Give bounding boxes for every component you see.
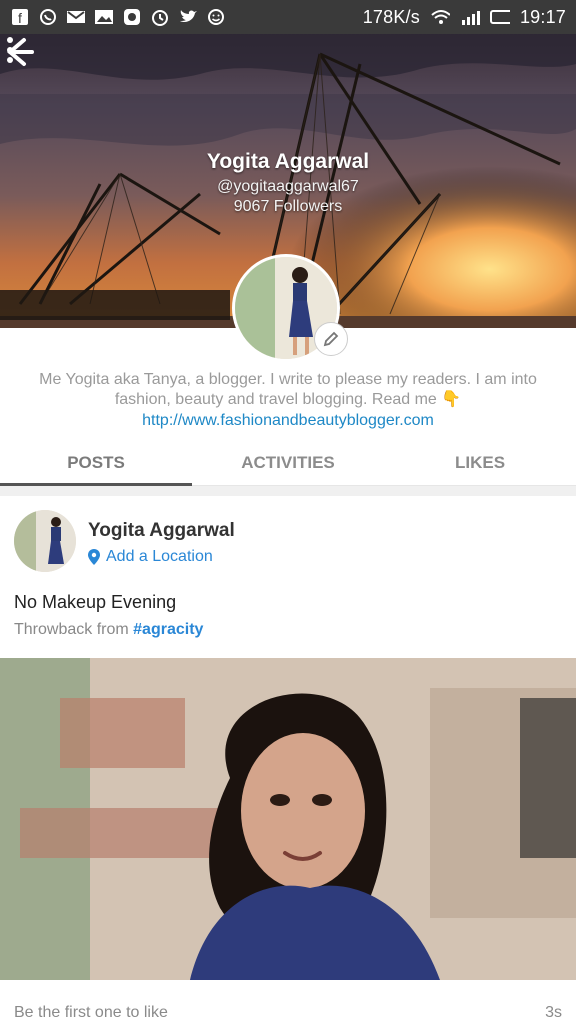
post-avatar-image xyxy=(14,510,76,572)
status-system: 178K/s 19:17 xyxy=(363,7,566,28)
profile-name: Yogita Aggarwal xyxy=(206,150,370,173)
post-throwback: Throwback from #agracity xyxy=(14,621,203,639)
profile-handle: @yogitaaggarwal67 xyxy=(217,178,359,195)
edit-avatar-button[interactable] xyxy=(314,322,348,356)
image-icon xyxy=(94,7,114,27)
add-location-label: Add a Location xyxy=(106,548,213,565)
overflow-menu-button[interactable] xyxy=(0,34,20,74)
network-speed: 178K/s xyxy=(362,6,420,27)
add-location-button[interactable]: Add a Location xyxy=(88,548,213,566)
profile-tabs: POSTS ACTIVITIES LIKES xyxy=(0,440,576,486)
signal-icon xyxy=(460,7,480,27)
whatsapp-icon xyxy=(38,7,58,27)
profile-bio: Me Yogita aka Tanya, a blogger. I write … xyxy=(39,371,537,408)
pencil-icon xyxy=(323,331,339,347)
tab-activities[interactable]: ACTIVITIES xyxy=(192,440,384,485)
followers-count[interactable]: 9067 Followers xyxy=(0,198,576,216)
throwback-prefix: Throwback from xyxy=(14,621,129,638)
post-timestamp: 3s xyxy=(545,1004,562,1021)
feed-divider xyxy=(0,486,576,496)
post-title: No Makeup Evening xyxy=(14,592,177,612)
post-photo[interactable] xyxy=(0,658,576,980)
post-footer: Be the first one to like 3s xyxy=(14,1004,562,1022)
clock: 19:17 xyxy=(519,6,566,27)
website-link[interactable]: http://www.fashionandbeautyblogger.com xyxy=(0,412,576,430)
alarm-icon xyxy=(150,7,170,27)
svg-text:f: f xyxy=(18,10,22,26)
smiley-icon xyxy=(206,7,226,27)
likes-prompt[interactable]: Be the first one to like xyxy=(14,1004,168,1022)
twitter-icon xyxy=(178,7,198,27)
post-header: Yogita Aggarwal Add a Location xyxy=(14,510,562,574)
status-bar: f 178K/s 19:17 xyxy=(0,0,576,34)
post-photo-image xyxy=(0,658,576,980)
wifi-icon xyxy=(430,7,450,27)
post-author-name[interactable]: Yogita Aggarwal xyxy=(88,520,235,542)
facebook-icon: f xyxy=(10,7,30,27)
gmail-icon xyxy=(66,7,86,27)
tab-posts[interactable]: POSTS xyxy=(0,440,192,486)
throwback-tag-link[interactable]: #agracity xyxy=(133,621,203,638)
instagram-icon xyxy=(122,7,142,27)
tab-likes[interactable]: LIKES xyxy=(384,440,576,485)
status-notification-icons: f xyxy=(10,7,226,27)
battery-icon xyxy=(489,7,510,27)
location-pin-icon xyxy=(88,549,100,565)
post-author-avatar[interactable] xyxy=(14,510,76,572)
